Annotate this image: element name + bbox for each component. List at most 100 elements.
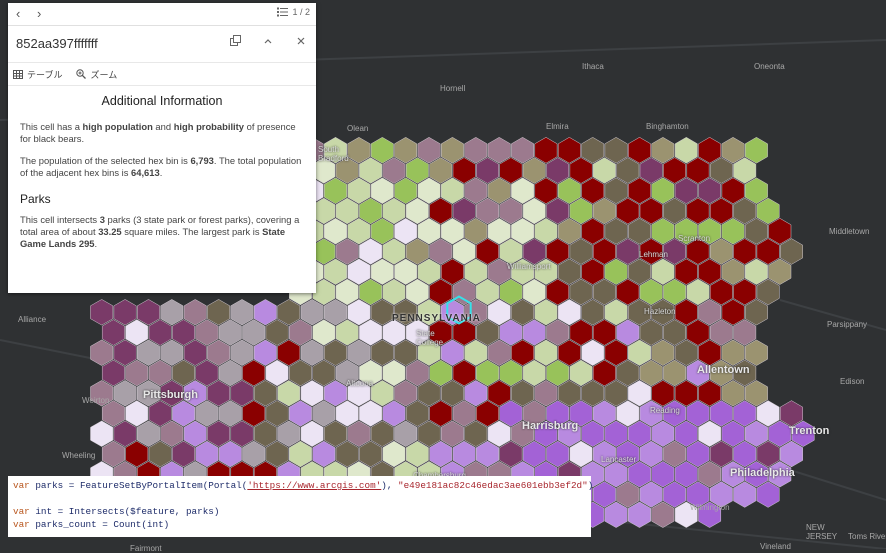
hex-bin[interactable] bbox=[242, 400, 266, 427]
hex-bin[interactable] bbox=[476, 278, 499, 306]
hex-bin[interactable] bbox=[312, 278, 336, 306]
hex-bin[interactable] bbox=[441, 339, 464, 366]
hex-bin[interactable] bbox=[359, 440, 383, 468]
hex-bin[interactable] bbox=[674, 380, 698, 407]
hex-bin[interactable] bbox=[581, 218, 605, 245]
hex-bin[interactable] bbox=[382, 197, 406, 225]
hex-bin[interactable] bbox=[148, 319, 172, 346]
hex-bin[interactable] bbox=[476, 238, 499, 265]
hex-bin[interactable] bbox=[546, 238, 570, 265]
hex-bin[interactable] bbox=[300, 299, 324, 326]
hex-bin[interactable] bbox=[651, 420, 675, 447]
hex-bin[interactable] bbox=[780, 238, 803, 265]
hex-bin[interactable] bbox=[429, 440, 453, 468]
hex-bin[interactable] bbox=[172, 440, 195, 468]
hex-bin[interactable] bbox=[172, 400, 195, 427]
hex-bin[interactable] bbox=[370, 218, 394, 245]
hex-bin[interactable] bbox=[744, 177, 768, 204]
hex-bin[interactable] bbox=[347, 177, 371, 204]
hex-bin[interactable] bbox=[721, 258, 745, 285]
hex-bin[interactable] bbox=[405, 400, 429, 427]
hex-bin[interactable] bbox=[639, 359, 663, 387]
hex-bin[interactable] bbox=[698, 339, 722, 366]
dock-icon[interactable] bbox=[230, 35, 241, 49]
hex-bin[interactable] bbox=[616, 197, 640, 225]
hex-bin[interactable] bbox=[721, 380, 745, 407]
hex-bin[interactable] bbox=[581, 299, 605, 326]
hex-bin[interactable] bbox=[592, 400, 616, 427]
hex-bin[interactable] bbox=[370, 137, 394, 164]
hex-bin[interactable] bbox=[476, 400, 499, 427]
hex-bin[interactable] bbox=[744, 258, 768, 285]
hex-bin[interactable] bbox=[487, 299, 511, 326]
hex-bin[interactable] bbox=[663, 278, 686, 306]
hex-bin[interactable] bbox=[277, 299, 301, 326]
hex-bin[interactable] bbox=[195, 400, 219, 427]
hex-bin[interactable] bbox=[768, 258, 792, 285]
hex-bin[interactable] bbox=[698, 177, 722, 204]
hex-bin[interactable] bbox=[721, 339, 745, 366]
hex-bin[interactable] bbox=[148, 359, 172, 387]
hex-bin[interactable] bbox=[324, 177, 347, 204]
hex-bin[interactable] bbox=[768, 420, 792, 447]
hex-bin[interactable] bbox=[616, 400, 640, 427]
hex-bin[interactable] bbox=[253, 299, 277, 326]
hex-bin[interactable] bbox=[581, 380, 605, 407]
hex-bin[interactable] bbox=[405, 359, 429, 387]
hex-bin[interactable] bbox=[160, 299, 184, 326]
hex-bin[interactable] bbox=[218, 400, 242, 427]
hex-bin[interactable] bbox=[370, 258, 394, 285]
hex-bin[interactable] bbox=[441, 258, 464, 285]
hex-bin[interactable] bbox=[242, 440, 266, 468]
hex-bin[interactable] bbox=[312, 238, 336, 265]
hex-bin[interactable] bbox=[242, 319, 266, 346]
hex-bin[interactable] bbox=[452, 238, 476, 265]
hex-bin[interactable] bbox=[324, 420, 347, 447]
hex-bin[interactable] bbox=[616, 359, 640, 387]
hex-bin[interactable] bbox=[663, 440, 686, 468]
hex-bin[interactable] bbox=[230, 299, 254, 326]
hex-bin[interactable] bbox=[639, 157, 663, 184]
hex-bin[interactable] bbox=[744, 420, 768, 447]
hex-bin[interactable] bbox=[405, 157, 429, 184]
hex-bin[interactable] bbox=[359, 197, 383, 225]
hex-bin[interactable] bbox=[230, 339, 254, 366]
hex-bin[interactable] bbox=[534, 218, 558, 245]
hex-bin[interactable] bbox=[476, 359, 499, 387]
hex-bin[interactable] bbox=[359, 238, 383, 265]
zoom-action[interactable]: ズーム bbox=[76, 68, 117, 81]
hex-bin[interactable] bbox=[487, 380, 511, 407]
hex-bin[interactable] bbox=[195, 359, 219, 387]
hex-bin[interactable] bbox=[452, 359, 476, 387]
hex-bin[interactable] bbox=[183, 299, 207, 326]
hex-bin[interactable] bbox=[347, 420, 371, 447]
hex-bin[interactable] bbox=[441, 177, 464, 204]
hex-bin[interactable] bbox=[663, 197, 686, 225]
hex-bin[interactable] bbox=[546, 440, 570, 468]
hex-bin[interactable] bbox=[628, 339, 651, 366]
hex-bin[interactable] bbox=[592, 278, 616, 306]
hex-bin[interactable] bbox=[499, 359, 523, 387]
hex-bin[interactable] bbox=[616, 157, 640, 184]
hex-bin[interactable] bbox=[604, 501, 628, 528]
next-feature-button[interactable]: › bbox=[37, 6, 41, 21]
hex-bin[interactable] bbox=[90, 420, 114, 447]
hex-bin[interactable] bbox=[452, 157, 476, 184]
hex-bin[interactable] bbox=[487, 177, 511, 204]
hex-bin[interactable] bbox=[312, 359, 336, 387]
hex-bin[interactable] bbox=[721, 420, 745, 447]
hex-bin[interactable] bbox=[335, 278, 359, 306]
hex-bin[interactable] bbox=[592, 359, 616, 387]
hex-bin[interactable] bbox=[265, 359, 289, 387]
hex-bin[interactable] bbox=[125, 400, 149, 427]
hex-bin[interactable] bbox=[628, 380, 651, 407]
hex-bin[interactable] bbox=[733, 319, 757, 346]
hex-bin[interactable] bbox=[359, 278, 383, 306]
hex-bin[interactable] bbox=[744, 339, 768, 366]
hex-bin[interactable] bbox=[721, 137, 745, 164]
hex-bin[interactable] bbox=[476, 440, 499, 468]
hex-bin[interactable] bbox=[663, 319, 686, 346]
hex-bin[interactable] bbox=[101, 359, 125, 387]
hex-bin[interactable] bbox=[674, 420, 698, 447]
hex-bin[interactable] bbox=[546, 278, 570, 306]
